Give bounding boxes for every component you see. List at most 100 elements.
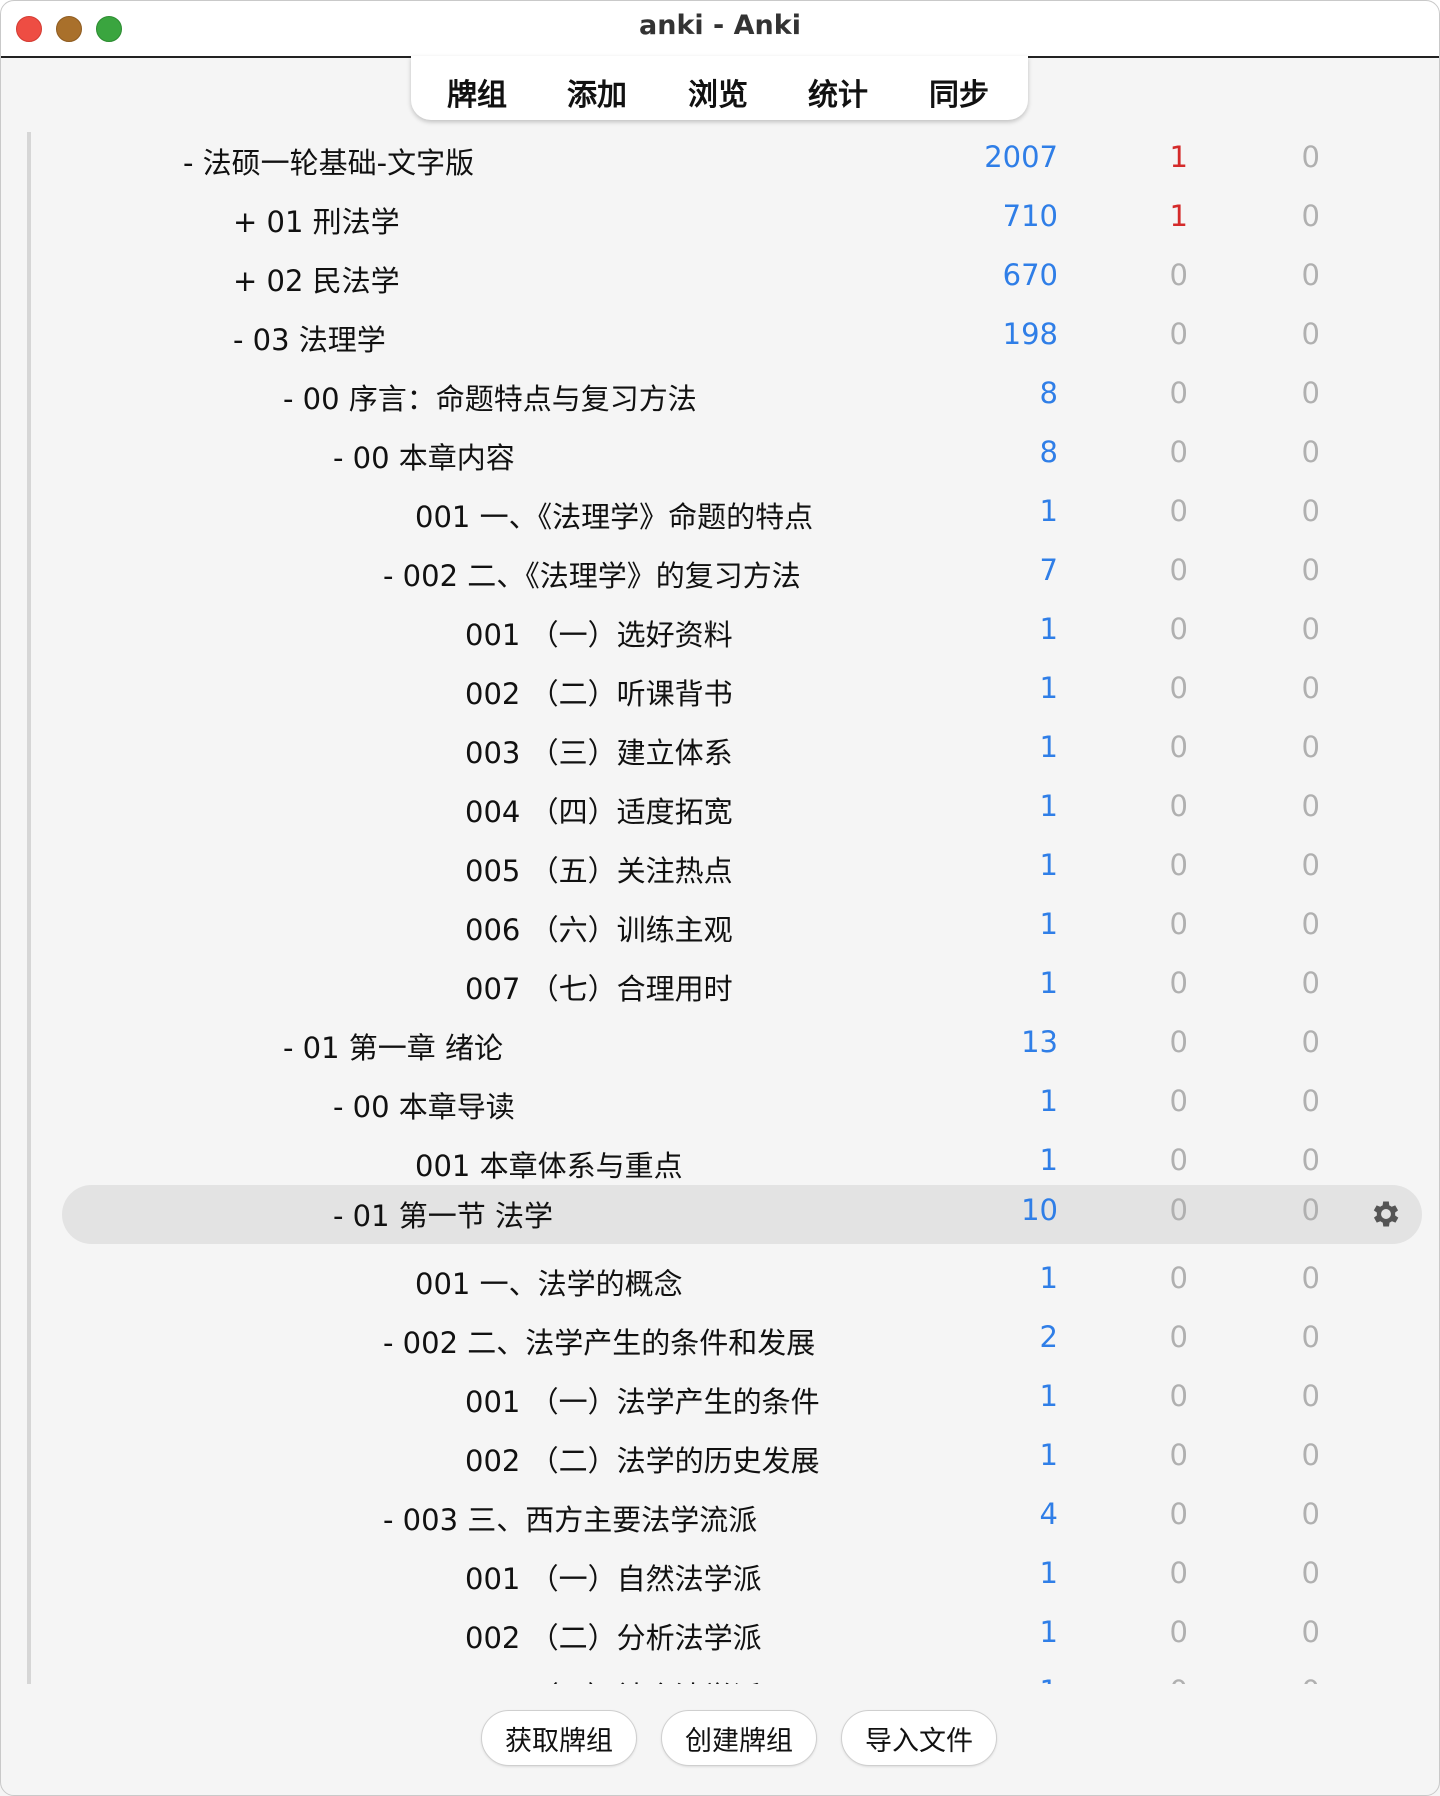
deck-row[interactable]: 001 （一）法学产生的条件 1 0 0 — [0, 1371, 1440, 1430]
learn-count: 0 — [1169, 1320, 1188, 1354]
deck-name[interactable]: 007 （七）合理用时 — [465, 966, 733, 1008]
deck-name[interactable]: 001 一、《法理学》命题的特点 — [415, 494, 813, 536]
new-count: 2 — [1039, 1320, 1058, 1354]
tab-sync[interactable]: 同步 — [929, 70, 989, 114]
deck-row[interactable]: 005 （五）关注热点 1 0 0 — [0, 840, 1440, 899]
deck-name[interactable]: 001 本章体系与重点 — [415, 1143, 683, 1185]
due-count: 0 — [1301, 317, 1320, 351]
deck-row[interactable]: 007 （七）合理用时 1 0 0 — [0, 958, 1440, 1017]
learn-count: 0 — [1169, 671, 1188, 705]
learn-count: 0 — [1169, 1615, 1188, 1649]
new-count: 1 — [1039, 612, 1058, 646]
due-count: 0 — [1301, 1438, 1320, 1472]
deck-row[interactable]: - 002 二、《法理学》的复习方法 7 0 0 — [0, 545, 1440, 604]
deck-name[interactable]: 001 （一）自然法学派 — [465, 1556, 762, 1598]
deck-row[interactable]: - 01 第一章 绪论 13 0 0 — [0, 1017, 1440, 1076]
deck-name[interactable]: 005 （五）关注热点 — [465, 848, 733, 890]
deck-row[interactable]: 002 （二）听课背书 1 0 0 — [0, 663, 1440, 722]
deck-name[interactable]: - 00 本章内容 — [333, 435, 515, 477]
new-count: 1 — [1039, 1438, 1058, 1472]
due-count: 0 — [1301, 907, 1320, 941]
deck-row[interactable]: - 法硕一轮基础-文字版 2007 1 0 — [0, 132, 1440, 191]
new-count: 1 — [1039, 1615, 1058, 1649]
deck-name[interactable]: - 002 二、法学产生的条件和发展 — [383, 1320, 815, 1362]
deck-row[interactable]: 003 （三）社会法学派 1 0 0 — [0, 1666, 1440, 1684]
deck-name[interactable]: 003 （三）建立体系 — [465, 730, 733, 772]
deck-row[interactable]: + 02 民法学 670 0 0 — [0, 250, 1440, 309]
deck-name[interactable]: + 02 民法学 — [233, 258, 400, 300]
learn-count: 0 — [1169, 1438, 1188, 1472]
window-title: anki - Anki — [639, 10, 801, 41]
deck-row[interactable]: - 03 法理学 198 0 0 — [0, 309, 1440, 368]
learn-count: 0 — [1169, 376, 1188, 410]
due-count: 0 — [1301, 1320, 1320, 1354]
deck-row[interactable]: 006 （六）训练主观 1 0 0 — [0, 899, 1440, 958]
due-count: 0 — [1301, 1143, 1320, 1177]
deck-row[interactable]: + 01 刑法学 710 1 0 — [0, 191, 1440, 250]
get-shared-decks-button[interactable]: 获取牌组 — [481, 1710, 637, 1766]
learn-count: 0 — [1169, 730, 1188, 764]
tab-browse[interactable]: 浏览 — [688, 70, 748, 114]
deck-row[interactable]: 001 一、法学的概念 1 0 0 — [0, 1253, 1440, 1312]
deck-row[interactable]: - 002 二、法学产生的条件和发展 2 0 0 — [0, 1312, 1440, 1371]
deck-name[interactable]: 002 （二）分析法学派 — [465, 1615, 762, 1657]
create-deck-button[interactable]: 创建牌组 — [661, 1710, 817, 1766]
due-count: 0 — [1301, 1084, 1320, 1118]
new-count: 2007 — [984, 140, 1058, 174]
learn-count: 0 — [1169, 907, 1188, 941]
new-count: 1 — [1039, 1556, 1058, 1590]
new-count: 1 — [1039, 494, 1058, 528]
deck-row[interactable]: - 003 三、西方主要法学流派 4 0 0 — [0, 1489, 1440, 1548]
new-count: 1 — [1039, 730, 1058, 764]
deck-row[interactable]: - 00 序言：命题特点与复习方法 8 0 0 — [0, 368, 1440, 427]
deck-name[interactable]: 001 （一）法学产生的条件 — [465, 1379, 820, 1421]
new-count: 198 — [1002, 317, 1058, 351]
deck-list: - 法硕一轮基础-文字版 2007 1 0 + 01 刑法学 710 1 0 +… — [0, 132, 1440, 1684]
deck-name[interactable]: - 法硕一轮基础-文字版 — [183, 140, 474, 182]
gear-icon[interactable] — [1369, 1197, 1403, 1231]
deck-name[interactable]: - 01 第一章 绪论 — [283, 1025, 503, 1067]
tab-decks[interactable]: 牌组 — [447, 70, 507, 114]
new-count: 1 — [1039, 848, 1058, 882]
deck-name[interactable]: 003 （三）社会法学派 — [465, 1674, 762, 1684]
deck-name[interactable]: 004 （四）适度拓宽 — [465, 789, 733, 831]
tab-stats[interactable]: 统计 — [808, 70, 868, 114]
new-count: 1 — [1039, 789, 1058, 823]
learn-count: 0 — [1169, 612, 1188, 646]
learn-count: 0 — [1169, 317, 1188, 351]
deck-name[interactable]: - 01 第一节 法学 — [333, 1193, 553, 1235]
new-count: 670 — [1002, 258, 1058, 292]
tab-add[interactable]: 添加 — [567, 70, 627, 114]
deck-name[interactable]: - 00 本章导读 — [333, 1084, 515, 1126]
anki-window: anki - Anki 牌组 添加 浏览 统计 同步 - 法硕一轮基础-文字版 … — [0, 0, 1440, 1796]
deck-name[interactable]: - 003 三、西方主要法学流派 — [383, 1497, 757, 1539]
deck-row[interactable]: 001 一、《法理学》命题的特点 1 0 0 — [0, 486, 1440, 545]
deck-name[interactable]: - 03 法理学 — [233, 317, 386, 359]
deck-name[interactable]: 001 一、法学的概念 — [415, 1261, 683, 1303]
new-count: 7 — [1039, 553, 1058, 587]
deck-name[interactable]: 002 （二）听课背书 — [465, 671, 733, 713]
deck-name[interactable]: 001 （一）选好资料 — [465, 612, 733, 654]
deck-row[interactable]: 002 （二）分析法学派 1 0 0 — [0, 1607, 1440, 1666]
deck-row-current[interactable]: - 01 第一节 法学 10 0 0 — [62, 1185, 1422, 1244]
deck-row[interactable]: 001 （一）自然法学派 1 0 0 — [0, 1548, 1440, 1607]
deck-row[interactable]: 004 （四）适度拓宽 1 0 0 — [0, 781, 1440, 840]
deck-name[interactable]: 002 （二）法学的历史发展 — [465, 1438, 820, 1480]
deck-row[interactable]: - 00 本章内容 8 0 0 — [0, 427, 1440, 486]
deck-row[interactable]: 002 （二）法学的历史发展 1 0 0 — [0, 1430, 1440, 1489]
deck-row[interactable]: - 00 本章导读 1 0 0 — [0, 1076, 1440, 1135]
learn-count: 0 — [1169, 1556, 1188, 1590]
new-count: 1 — [938, 1674, 1058, 1684]
import-file-button[interactable]: 导入文件 — [841, 1710, 997, 1766]
due-count: 0 — [1301, 435, 1320, 469]
due-count: 0 — [1301, 1025, 1320, 1059]
deck-name[interactable]: + 01 刑法学 — [233, 199, 400, 241]
deck-row[interactable]: 003 （三）建立体系 1 0 0 — [0, 722, 1440, 781]
deck-name[interactable]: 006 （六）训练主观 — [465, 907, 733, 949]
deck-name[interactable]: - 002 二、《法理学》的复习方法 — [383, 553, 801, 595]
due-count: 0 — [1301, 1497, 1320, 1531]
learn-count: 0 — [1068, 1674, 1188, 1684]
deck-row[interactable]: 001 （一）选好资料 1 0 0 — [0, 604, 1440, 663]
learn-count: 0 — [1169, 1261, 1188, 1295]
deck-name[interactable]: - 00 序言：命题特点与复习方法 — [283, 376, 697, 418]
